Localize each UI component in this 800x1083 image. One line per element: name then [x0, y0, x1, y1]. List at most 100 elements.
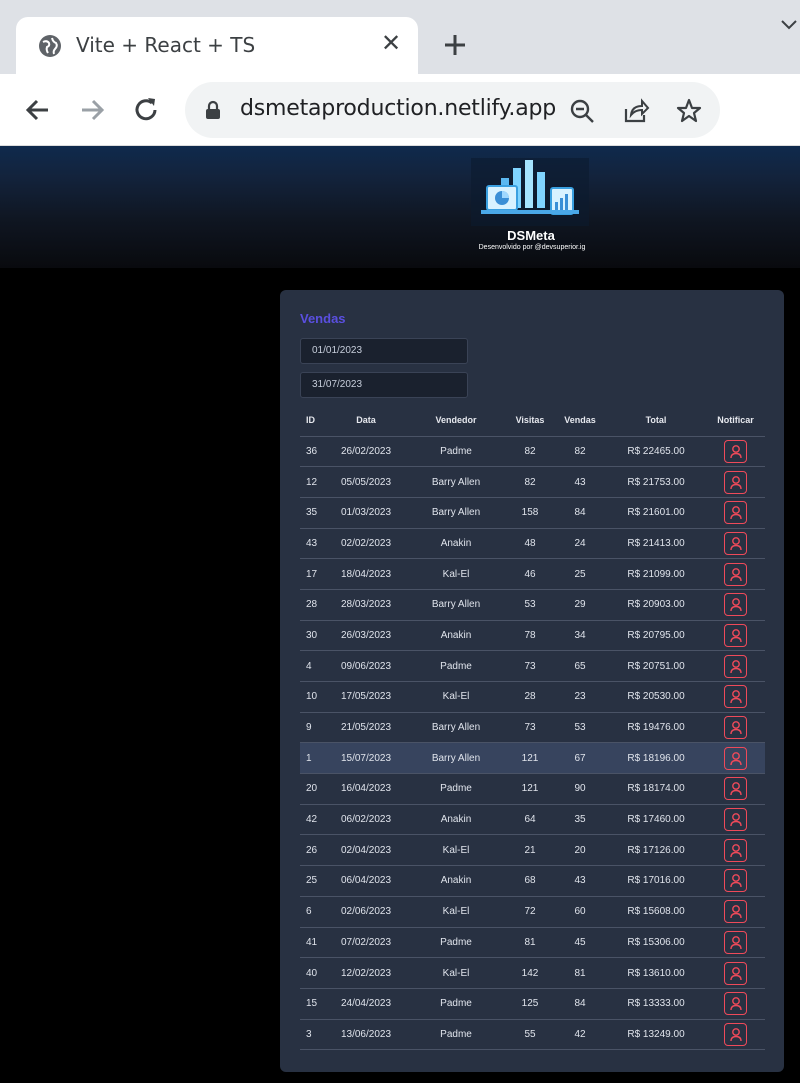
zoom-out-icon[interactable]: [568, 97, 596, 125]
cell-date: 16/04/2023: [326, 773, 406, 805]
column-header-data: Data: [326, 405, 406, 437]
reload-icon[interactable]: [130, 94, 162, 126]
notify-button[interactable]: [724, 869, 747, 893]
table-row: 36 26/02/2023 Padme 82 82 R$ 22465.00: [300, 436, 765, 468]
notify-button[interactable]: [724, 439, 747, 463]
cell-visits: 73: [506, 712, 554, 744]
url-text[interactable]: dsmetaproduction.netlify.app: [240, 96, 556, 121]
cell-visits: 21: [506, 834, 554, 867]
cell-id: 40: [300, 957, 326, 989]
notify-person-icon: [730, 905, 742, 919]
table-row: 3 13/06/2023 Padme 55 42 R$ 13249.00: [300, 1019, 765, 1051]
notify-person-icon: [730, 690, 742, 704]
cell-deals: 43: [554, 466, 606, 498]
table-row: 43 02/02/2023 Anakin 48 24 R$ 21413.00: [300, 528, 765, 560]
column-header-visitas: Visitas: [506, 405, 554, 437]
address-bar[interactable]: dsmetaproduction.netlify.app: [185, 82, 720, 138]
cell-visits: 82: [506, 436, 554, 468]
notify-person-icon: [730, 813, 742, 827]
cell-seller: Padme: [406, 436, 506, 468]
notify-person-icon: [730, 1028, 742, 1041]
notify-button[interactable]: [724, 900, 747, 924]
notify-person-icon: [730, 751, 742, 765]
notify-button[interactable]: [724, 716, 747, 740]
notify-button[interactable]: [724, 531, 747, 555]
notify-person-icon: [730, 659, 742, 673]
cell-deals: 53: [554, 712, 606, 744]
browser-tab[interactable]: Vite + React + TS ✕: [16, 17, 418, 74]
notify-button[interactable]: [724, 623, 747, 647]
cell-total: R$ 17460.00: [606, 804, 706, 836]
date-max-input[interactable]: 31/07/2023: [300, 372, 468, 398]
cell-total: R$ 21601.00: [606, 497, 706, 529]
cell-seller: Anakin: [406, 528, 506, 560]
notify-button[interactable]: [724, 593, 747, 617]
notify-person-icon: [730, 721, 742, 735]
table-row: 1 15/07/2023 Barry Allen 121 67 R$ 18196.00: [300, 742, 765, 775]
notify-button[interactable]: [724, 685, 747, 709]
close-tab-icon[interactable]: ✕: [380, 32, 402, 56]
cell-id: 17: [300, 558, 326, 590]
notify-button[interactable]: [724, 777, 747, 801]
notify-button[interactable]: [724, 470, 747, 494]
cell-id: 6: [300, 896, 326, 928]
cell-deals: 65: [554, 650, 606, 682]
notify-button[interactable]: [724, 808, 747, 832]
browser-tab-bar: Vite + React + TS ✕: [0, 0, 800, 74]
cell-deals: 29: [554, 589, 606, 621]
cell-seller: Anakin: [406, 804, 506, 836]
cell-id: 4: [300, 650, 326, 682]
cell-date: 12/02/2023: [326, 957, 406, 989]
cell-seller: Kal-El: [406, 681, 506, 713]
date-min-input[interactable]: 01/01/2023: [300, 338, 468, 364]
cell-id: 12: [300, 466, 326, 498]
cell-date: 06/02/2023: [326, 804, 406, 836]
notify-button[interactable]: [724, 501, 747, 525]
cell-id: 35: [300, 497, 326, 529]
cell-total: R$ 19476.00: [606, 712, 706, 744]
column-header-total: Total: [606, 405, 706, 437]
notify-person-icon: [730, 629, 742, 643]
new-tab-icon[interactable]: [440, 30, 470, 60]
back-arrow-icon[interactable]: [22, 94, 54, 126]
sales-card: Vendas 01/01/2023 31/07/2023 ID Data Ven…: [280, 290, 784, 1072]
notify-button[interactable]: [724, 1022, 747, 1046]
table-row: 17 18/04/2023 Kal-El 46 25 R$ 21099.00: [300, 558, 765, 590]
cell-notify: [706, 558, 765, 590]
cell-notify: [706, 681, 765, 713]
notify-button[interactable]: [724, 562, 747, 586]
cell-notify: [706, 865, 765, 897]
notify-person-icon: [730, 567, 742, 581]
notify-button[interactable]: [724, 654, 747, 678]
notify-button[interactable]: [724, 838, 747, 862]
notify-button[interactable]: [724, 746, 747, 770]
notify-button[interactable]: [724, 992, 747, 1016]
sales-table: ID Data Vendedor Visitas Vendas Total No…: [300, 405, 765, 1051]
notify-button[interactable]: [724, 961, 747, 985]
cell-visits: 142: [506, 957, 554, 989]
cell-seller: Kal-El: [406, 896, 506, 928]
cell-notify: [706, 650, 765, 682]
cell-notify: [706, 742, 765, 775]
cell-notify: [706, 927, 765, 959]
forward-arrow-icon[interactable]: [76, 94, 108, 126]
chevron-down-icon[interactable]: [780, 18, 798, 32]
share-icon[interactable]: [622, 97, 650, 125]
notify-person-icon: [730, 997, 742, 1011]
cell-date: 01/03/2023: [326, 497, 406, 529]
bookmark-star-icon[interactable]: [675, 97, 703, 125]
cell-deals: 25: [554, 558, 606, 590]
cell-visits: 121: [506, 742, 554, 775]
notify-button[interactable]: [724, 930, 747, 954]
table-row: 12 05/05/2023 Barry Allen 82 43 R$ 21753.00: [300, 466, 765, 498]
cell-date: 02/06/2023: [326, 896, 406, 928]
cell-total: R$ 21753.00: [606, 466, 706, 498]
cell-notify: [706, 589, 765, 621]
cell-notify: [706, 497, 765, 529]
browser-toolbar: dsmetaproduction.netlify.app: [0, 74, 800, 146]
cell-deals: 67: [554, 742, 606, 775]
lock-icon[interactable]: [205, 100, 221, 120]
cell-deals: 20: [554, 834, 606, 867]
column-header-vendas: Vendas: [554, 405, 606, 437]
cell-visits: 81: [506, 927, 554, 959]
